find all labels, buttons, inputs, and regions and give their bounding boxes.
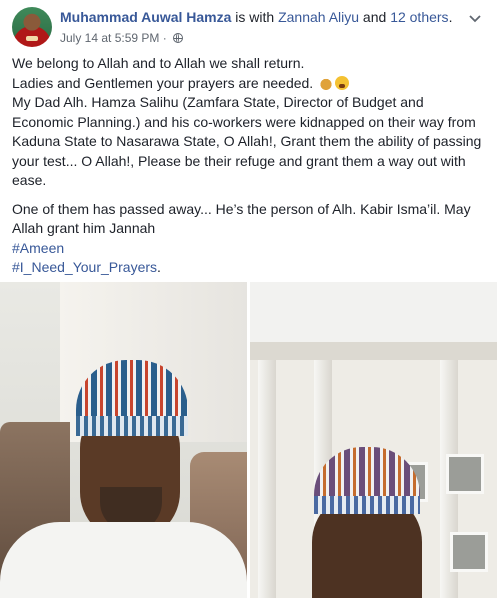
post-body: We belong to Allah and to Allah we shall… <box>12 54 487 278</box>
trailing-period: . <box>157 259 161 275</box>
photo-grid <box>0 282 497 598</box>
folded-hands-icon <box>319 75 334 90</box>
others-link[interactable]: 12 others <box>390 9 448 25</box>
post-line-1: We belong to Allah and to Allah we shall… <box>12 55 305 71</box>
meta-separator: · <box>159 31 171 45</box>
post-header: Muhammad Auwal Hamza is with Zannah Aliy… <box>12 6 489 47</box>
globe-icon[interactable] <box>173 33 184 43</box>
chevron-down-icon[interactable] <box>465 10 485 24</box>
tagged-user-link[interactable]: Zannah Aliyu <box>278 9 359 25</box>
hashtag-need-prayers-row: #I_Need_Your_Prayers. <box>12 258 487 278</box>
timestamp-link[interactable]: July 14 at 5:59 PM <box>60 31 159 45</box>
attribution-period: . <box>448 9 453 25</box>
post-line-4: One of them has passed away... He’s the … <box>12 200 471 237</box>
and-text: and <box>359 9 391 25</box>
crying-face-icon <box>335 75 350 90</box>
post-line-3: My Dad Alh. Hamza Salihu (Zamfara State,… <box>12 94 482 188</box>
photo-2[interactable] <box>250 282 497 598</box>
post-line-2: Ladies and Gentlemen your prayers are ne… <box>12 74 487 94</box>
with-text: is with <box>231 9 279 25</box>
author-avatar[interactable] <box>12 7 52 47</box>
post-attribution: Muhammad Auwal Hamza is with Zannah Aliy… <box>60 9 452 25</box>
author-name-link[interactable]: Muhammad Auwal Hamza <box>60 9 231 25</box>
post-meta: July 14 at 5:59 PM · <box>60 31 184 45</box>
hashtag-need-prayers[interactable]: #I_Need_Your_Prayers <box>12 259 157 275</box>
photo-1[interactable] <box>0 282 247 598</box>
hashtag-ameen[interactable]: #Ameen <box>12 239 487 259</box>
